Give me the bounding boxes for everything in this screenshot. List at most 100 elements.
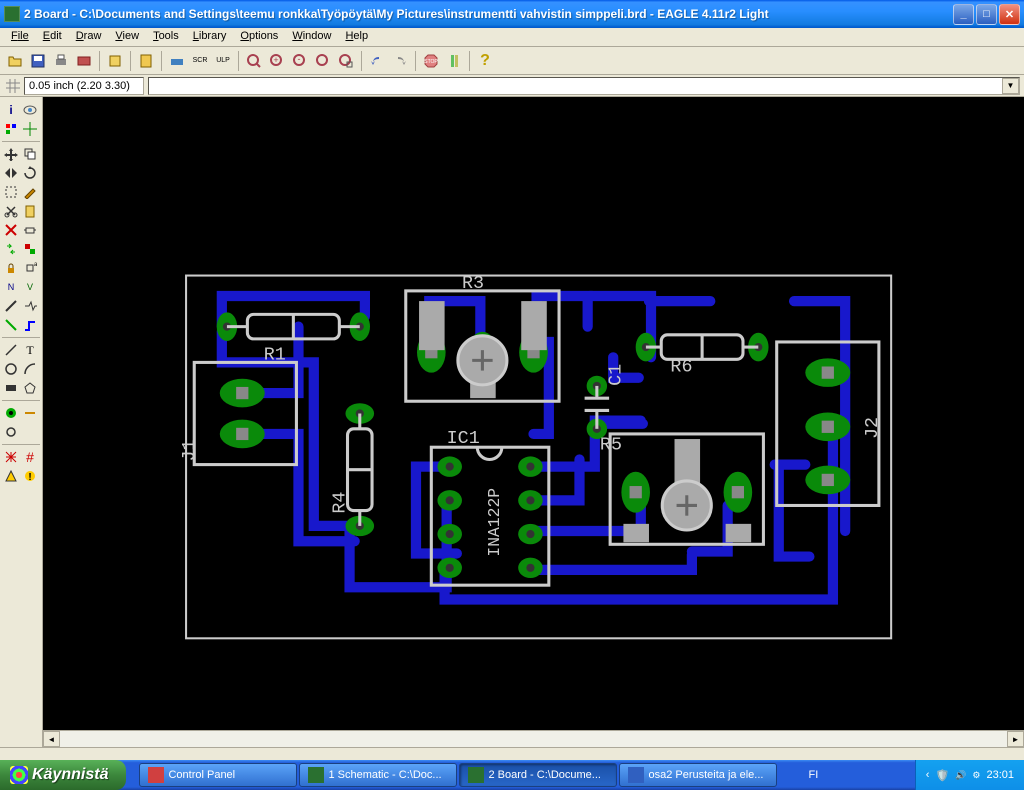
board-canvas[interactable]: R1 R3 R6 R5 IC1 R4 C1 J1 J2 INA122P <box>43 97 1024 730</box>
minimize-button[interactable]: _ <box>953 4 974 25</box>
redo-button[interactable] <box>389 50 411 72</box>
start-label: Käynnistä <box>32 766 108 784</box>
add-tool[interactable] <box>21 221 39 239</box>
mark-tool[interactable] <box>21 120 39 138</box>
stop-button[interactable]: STOP <box>420 50 442 72</box>
window-controls: _ □ ✕ <box>953 4 1020 25</box>
zoom-select-button[interactable] <box>335 50 357 72</box>
erc-tool[interactable] <box>2 467 20 485</box>
menu-file[interactable]: File <box>4 28 36 46</box>
auto-tool[interactable]: # <box>21 448 39 466</box>
script-button[interactable]: SCR <box>189 50 211 72</box>
ulp-button[interactable]: ULP <box>212 50 234 72</box>
cam-button[interactable] <box>73 50 95 72</box>
dropdown-arrow-icon[interactable]: ▼ <box>1002 78 1019 94</box>
go-button[interactable] <box>443 50 465 72</box>
tray-arrow-icon[interactable]: ‹ <box>926 769 930 781</box>
menu-help[interactable]: Help <box>338 28 375 46</box>
rect-tool[interactable] <box>2 379 20 397</box>
menu-window[interactable]: Window <box>285 28 338 46</box>
label-ic1: IC1 <box>447 428 480 449</box>
mirror-tool[interactable] <box>2 164 20 182</box>
lock-tool[interactable] <box>2 259 20 277</box>
value-tool[interactable]: V <box>21 278 39 296</box>
clock[interactable]: 23:01 <box>986 769 1014 781</box>
scroll-left-icon[interactable]: ◄ <box>43 731 60 747</box>
language-indicator[interactable]: FI <box>778 769 848 781</box>
copy-tool[interactable] <box>21 145 39 163</box>
miter-tool[interactable] <box>2 297 20 315</box>
open-button[interactable] <box>4 50 26 72</box>
menu-tools[interactable]: Tools <box>146 28 186 46</box>
taskbar-item[interactable]: Control Panel <box>139 763 297 787</box>
menu-view[interactable]: View <box>108 28 146 46</box>
rotate-tool[interactable] <box>21 164 39 182</box>
status-bar <box>0 747 1024 760</box>
hole-tool[interactable] <box>2 423 20 441</box>
errors-tool[interactable]: ! <box>21 467 39 485</box>
cut-tool[interactable] <box>2 202 20 220</box>
tray-icon[interactable]: 🛡️ <box>935 769 949 782</box>
menu-draw[interactable]: Draw <box>69 28 109 46</box>
ratsnest-tool[interactable] <box>2 448 20 466</box>
text-tool[interactable]: T <box>21 341 39 359</box>
command-line[interactable]: ▼ <box>148 77 1020 95</box>
name-tool[interactable]: N <box>2 278 20 296</box>
route-tool[interactable] <box>21 316 39 334</box>
replace-tool[interactable] <box>21 240 39 258</box>
smash-tool[interactable]: ab <box>21 259 39 277</box>
scroll-right-icon[interactable]: ► <box>1007 731 1024 747</box>
close-button[interactable]: ✕ <box>999 4 1020 25</box>
save-button[interactable] <box>27 50 49 72</box>
arc-tool[interactable] <box>21 360 39 378</box>
move-tool[interactable] <box>2 145 20 163</box>
group-tool[interactable] <box>2 183 20 201</box>
split-tool[interactable] <box>21 297 39 315</box>
taskbar-item[interactable]: osa2 Perusteita ja ele... <box>619 763 777 787</box>
paste-tool[interactable] <box>21 202 39 220</box>
show-tool[interactable] <box>21 101 39 119</box>
maximize-button[interactable]: □ <box>976 4 997 25</box>
grid-button[interactable] <box>4 77 22 95</box>
app-icon <box>308 767 324 783</box>
help-button[interactable]: ? <box>474 50 496 72</box>
windows-logo-icon <box>10 766 28 784</box>
taskbar-item[interactable]: 1 Schematic - C:\Doc... <box>299 763 457 787</box>
menu-options[interactable]: Options <box>233 28 285 46</box>
tray-icon[interactable]: 🔊 <box>955 770 966 781</box>
optimize-tool[interactable] <box>2 316 20 334</box>
attribute-tool[interactable] <box>21 423 39 441</box>
print-button[interactable] <box>50 50 72 72</box>
system-tray[interactable]: ‹ 🛡️ 🔊 ⚙ 23:01 <box>915 760 1024 790</box>
use-button[interactable] <box>166 50 188 72</box>
start-button[interactable]: Käynnistä <box>0 760 126 790</box>
delete-tool[interactable] <box>2 221 20 239</box>
menu-edit[interactable]: Edit <box>36 28 69 46</box>
taskbar-item[interactable]: 2 Board - C:\Docume... <box>459 763 617 787</box>
board-button[interactable] <box>104 50 126 72</box>
zoom-redraw-button[interactable] <box>312 50 334 72</box>
tray-icon[interactable]: ⚙ <box>972 770 980 781</box>
scroll-track[interactable] <box>60 731 1007 747</box>
zoom-out-button[interactable]: - <box>289 50 311 72</box>
window-titlebar: 2 Board - C:\Documents and Settings\teem… <box>0 0 1024 28</box>
info-tool[interactable]: i <box>2 101 20 119</box>
label-j1: J1 <box>179 439 200 461</box>
sheet-button[interactable] <box>135 50 157 72</box>
undo-button[interactable] <box>366 50 388 72</box>
label-r4: R4 <box>329 492 350 514</box>
display-tool[interactable] <box>2 120 20 138</box>
coordinate-display: 0.05 inch (2.20 3.30) <box>24 77 144 95</box>
app-icon <box>468 767 484 783</box>
zoom-fit-button[interactable] <box>243 50 265 72</box>
pinswap-tool[interactable] <box>2 240 20 258</box>
wire-tool[interactable] <box>2 341 20 359</box>
circle-tool[interactable] <box>2 360 20 378</box>
zoom-in-button[interactable]: + <box>266 50 288 72</box>
menu-library[interactable]: Library <box>186 28 234 46</box>
signal-tool[interactable] <box>21 404 39 422</box>
change-tool[interactable] <box>21 183 39 201</box>
horizontal-scrollbar[interactable]: ◄ ► <box>43 730 1024 747</box>
polygon-tool[interactable] <box>21 379 39 397</box>
via-tool[interactable] <box>2 404 20 422</box>
